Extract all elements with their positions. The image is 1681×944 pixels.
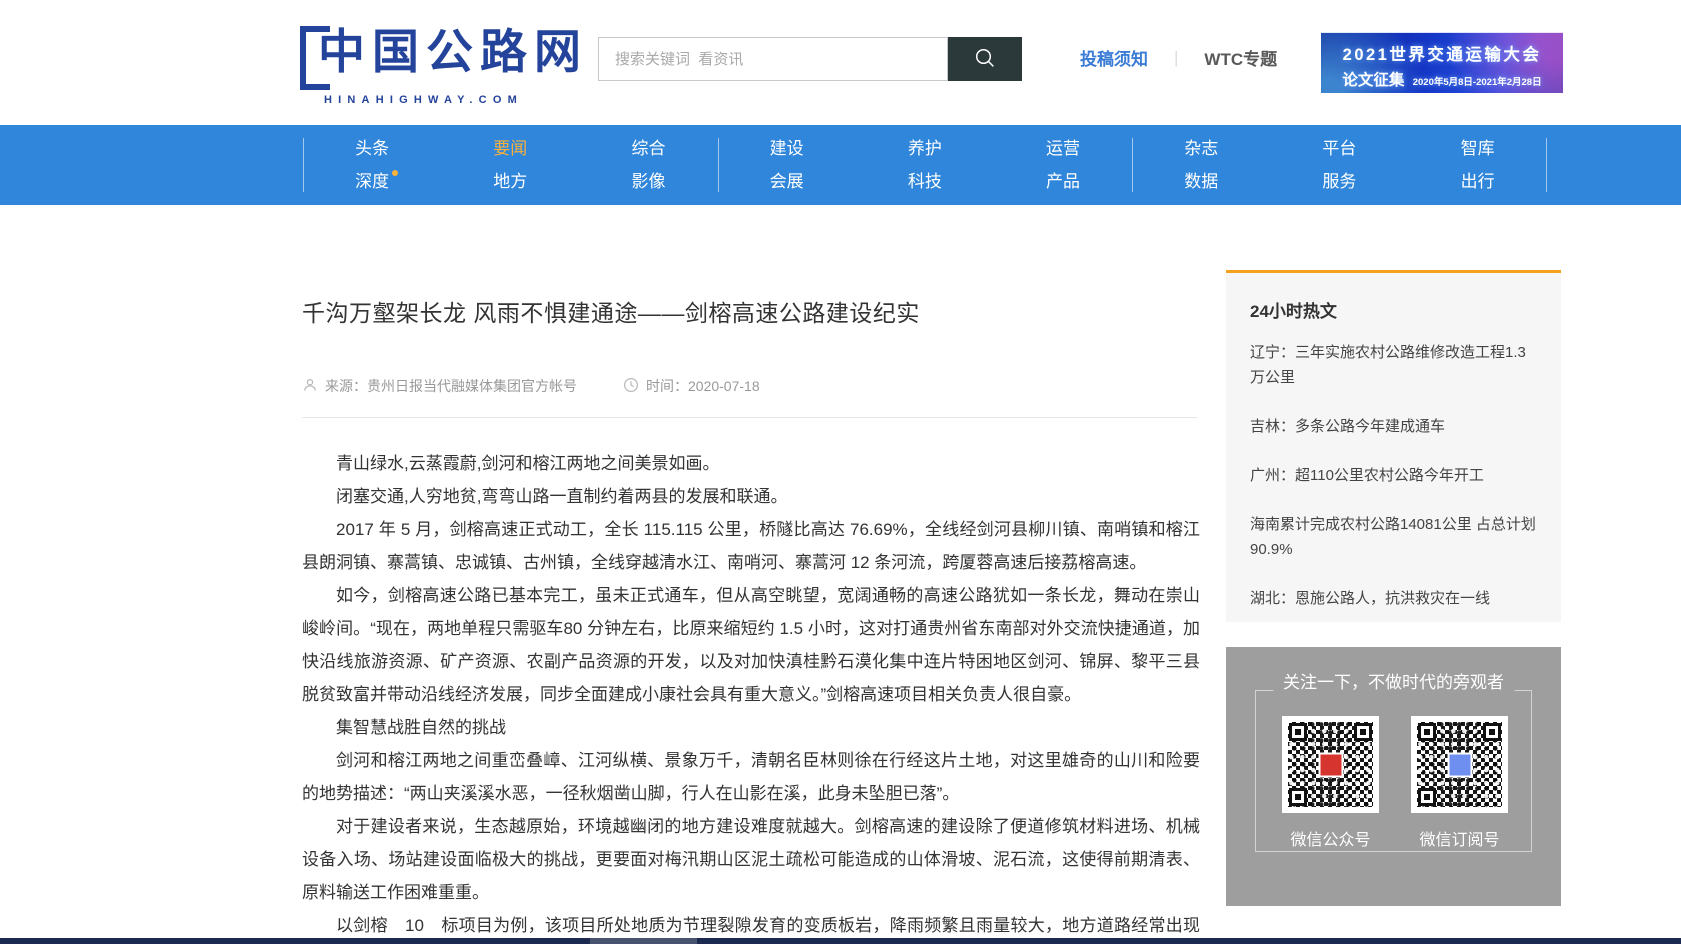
nav-item-fuwu[interactable]: 服务 (1322, 171, 1356, 193)
scrollbar-thumb[interactable] (590, 938, 697, 944)
nav-item-toutiao[interactable]: 头条 (355, 138, 389, 160)
hot-article-link[interactable]: 海南累计完成农村公路14081公里 占总计划90.9% (1250, 512, 1537, 562)
nav-item-jianshe[interactable]: 建设 (770, 138, 804, 160)
nav-item-shendu[interactable]: 深度 (355, 171, 389, 193)
magnifier-icon (973, 46, 997, 73)
nav-item-huizhan[interactable]: 会展 (770, 171, 804, 193)
nav-col-platform: 平台 服务 (1270, 125, 1408, 205)
person-icon (302, 377, 318, 396)
qr-finder-icon (1289, 788, 1307, 806)
paragraph: 青山绿水,云蒸霞蔚,剑河和榕江两地之间美景如画。 (302, 447, 1200, 480)
header-links: 投稿须知 | WTC专题 (1080, 45, 1277, 70)
banner-line1: 2021世界交通运输大会 (1321, 41, 1563, 65)
nav-item-difang[interactable]: 地方 (493, 171, 527, 193)
nav-item-shuju[interactable]: 数据 (1184, 171, 1218, 193)
hot-article-link[interactable]: 湖北：恩施公路人，抗洪救灾在一线 (1250, 586, 1537, 611)
follow-title: 关注一下，不做时代的旁观者 (1273, 673, 1514, 693)
wtc-topic-link[interactable]: WTC专题 (1204, 45, 1277, 70)
header-link-divider: | (1174, 48, 1178, 68)
qr-center-logo-blue (1447, 752, 1472, 777)
nav-col-magazine: 杂志 数据 (1132, 125, 1270, 205)
qr-finder-icon (1418, 788, 1436, 806)
article-divider (302, 417, 1197, 418)
follow-us-box: 关注一下，不做时代的旁观者 微信公众号 微信订阅号 (1226, 647, 1561, 906)
logo-subtitle: HINAHIGHWAY.COM (324, 94, 588, 106)
main-navbar: 头条 深度 要闻 地方 综合 影像 建设 会展 养护 科技 运营 产品 杂志 数… (0, 125, 1681, 205)
paragraph: 对于建设者来说，生态越原始，环境越幽闭的地方建设难度就越大。剑榕高速的建设除了便… (302, 810, 1200, 909)
article-time-label: 时间：2020-07-18 (646, 376, 760, 396)
nav-col-maintenance: 养护 科技 (856, 125, 994, 205)
hot-articles-title: 24小时热文 (1250, 297, 1537, 322)
nav-col-headlines: 头条 深度 (303, 125, 441, 205)
nav-item-zonghe[interactable]: 综合 (631, 138, 665, 160)
article-source: 来源：贵州日报当代融媒体集团官方帐号 (302, 376, 577, 396)
nav-col-construction: 建设 会展 (718, 125, 856, 205)
qr-card (1411, 716, 1508, 813)
wechat-subscription-account: 微信订阅号 (1411, 716, 1508, 850)
hot-articles-box: 24小时热文 辽宁：三年实施农村公路维修改造工程1.3万公里 吉林：多条公路今年… (1226, 270, 1561, 622)
qr-label: 微信订阅号 (1411, 826, 1508, 850)
horizontal-scrollbar (0, 938, 1681, 944)
article-meta: 来源：贵州日报当代融媒体集团官方帐号 时间：2020-07-18 (302, 376, 760, 396)
nav-columns: 头条 深度 要闻 地方 综合 影像 建设 会展 养护 科技 运营 产品 杂志 数… (303, 125, 1547, 205)
nav-col-operation: 运营 产品 (994, 125, 1132, 205)
search-bar (598, 37, 1022, 81)
nav-item-yunying[interactable]: 运营 (1046, 138, 1080, 160)
qr-label: 微信公众号 (1282, 826, 1379, 850)
nav-col-thinktank: 智库 出行 (1409, 125, 1547, 205)
clock-icon (623, 377, 639, 396)
banner-call-for-papers: 论文征集 (1342, 72, 1404, 89)
nav-item-chuxing[interactable]: 出行 (1461, 171, 1495, 193)
search-button[interactable] (948, 37, 1022, 81)
qr-center-logo-red (1318, 752, 1343, 777)
paragraph: 剑河和榕江两地之间重峦叠嶂、江河纵横、景象万千，清朝名臣林则徐在行经这片土地，对… (302, 744, 1200, 810)
nav-item-pingtai[interactable]: 平台 (1322, 138, 1356, 160)
paragraph: 如今，剑榕高速公路已基本完工，虽未正式通车，但从高空眺望，宽阔通畅的高速公路犹如… (302, 579, 1200, 711)
banner-dates: 2020年5月8日-2021年2月28日 (1413, 77, 1542, 88)
search-input[interactable] (598, 37, 948, 81)
submission-notice-link[interactable]: 投稿须知 (1080, 45, 1148, 70)
site-logo[interactable]: 中国公路网 HINAHIGHWAY.COM (300, 24, 588, 106)
nav-col-general: 综合 影像 (579, 125, 717, 205)
hot-article-link[interactable]: 吉林：多条公路今年建成通车 (1250, 414, 1537, 439)
nav-col-news: 要闻 地方 (441, 125, 579, 205)
qr-card (1282, 716, 1379, 813)
paragraph: 2017 年 5 月，剑榕高速正式动工，全长 115.115 公里，桥隧比高达 … (302, 513, 1200, 579)
nav-item-yanghu[interactable]: 养护 (908, 138, 942, 160)
article-time: 时间：2020-07-18 (623, 376, 760, 396)
qr-code-public-icon (1288, 722, 1373, 807)
qr-code-subscription-icon (1417, 722, 1502, 807)
nav-item-chanpin[interactable]: 产品 (1046, 171, 1080, 193)
nav-item-yingxiang[interactable]: 影像 (631, 171, 665, 193)
article-source-label: 来源：贵州日报当代融媒体集团官方帐号 (325, 376, 577, 396)
nav-item-zhiku[interactable]: 智库 (1461, 138, 1495, 160)
paragraph-subheading: 集智慧战胜自然的挑战 (302, 711, 1200, 744)
paragraph: 闭塞交通,人穷地贫,弯弯山路一直制约着两县的发展和联通。 (302, 480, 1200, 513)
nav-item-keji[interactable]: 科技 (908, 171, 942, 193)
logo-title: 中国公路网 (318, 24, 588, 80)
nav-item-zazhi[interactable]: 杂志 (1184, 138, 1218, 160)
qr-finder-icon (1289, 723, 1307, 741)
qr-finder-icon (1483, 723, 1501, 741)
site-header: 中国公路网 HINAHIGHWAY.COM 投稿须知 | WTC专题 2021世… (0, 0, 1681, 125)
wechat-official-account: 微信公众号 (1282, 716, 1379, 850)
qr-finder-icon (1354, 723, 1372, 741)
hot-article-link[interactable]: 广州：超110公里农村公路今年开工 (1250, 463, 1537, 488)
new-dot-icon (392, 170, 398, 176)
article-title: 千沟万壑架长龙 风雨不惧建通途——剑榕高速公路建设纪实 (302, 294, 1200, 328)
qr-finder-icon (1418, 723, 1436, 741)
article-body: 青山绿水,云蒸霞蔚,剑河和榕江两地之间美景如画。 闭塞交通,人穷地贫,弯弯山路一… (302, 447, 1200, 944)
banner-line2: 论文征集 2020年5月8日-2021年2月28日 (1321, 68, 1563, 90)
wtc-conference-ad-banner[interactable]: 2021世界交通运输大会 论文征集 2020年5月8日-2021年2月28日 (1321, 32, 1563, 93)
nav-item-yaowen-active[interactable]: 要闻 (493, 138, 527, 160)
hot-article-link[interactable]: 辽宁：三年实施农村公路维修改造工程1.3万公里 (1250, 340, 1537, 390)
